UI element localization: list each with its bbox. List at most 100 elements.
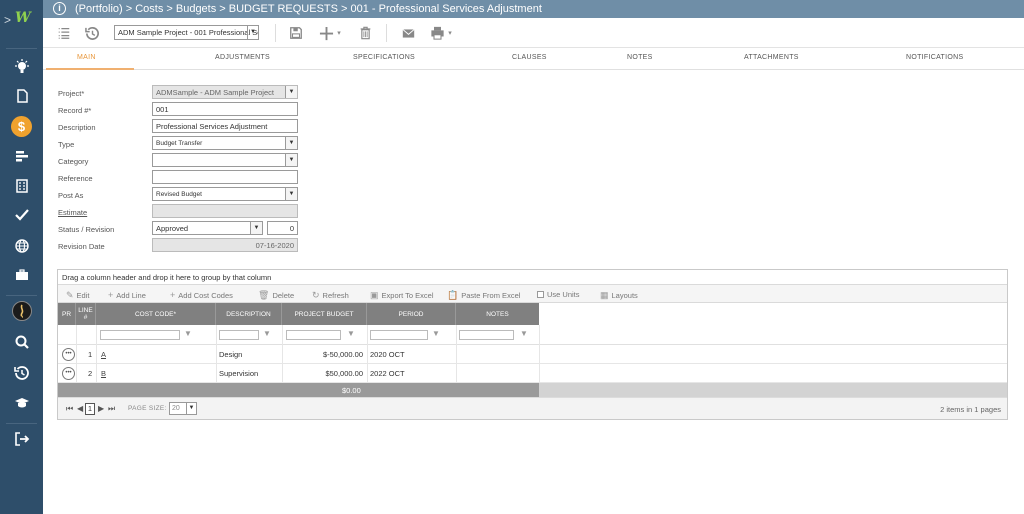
project-select[interactable]: ADMSample - ADM Sample Project ▼ <box>152 85 298 99</box>
edit-button-label: Edit <box>76 291 90 300</box>
list-icon[interactable] <box>55 24 73 42</box>
print-dropdown-chevron-icon[interactable]: ▾ <box>446 24 454 42</box>
post-as-select[interactable]: Revised Budget ▼ <box>152 187 298 201</box>
status-select[interactable]: Approved ▼ <box>152 221 263 235</box>
previous-page-icon[interactable]: ◀ <box>77 404 83 413</box>
tab-specifications[interactable]: SPECIFICATIONS <box>353 54 415 61</box>
print-icon[interactable] <box>428 24 446 42</box>
pager-info: 2 items in 1 pages <box>940 405 1001 414</box>
column-header-project-budget[interactable]: PROJECT BUDGET <box>282 303 367 325</box>
status-select-value: Approved <box>156 224 189 233</box>
nav-history-icon[interactable] <box>0 362 43 384</box>
page-size-select[interactable]: 20 ▼ <box>169 402 197 415</box>
chevron-down-icon: ▼ <box>285 86 297 98</box>
column-header-notes[interactable]: NOTES <box>456 303 539 325</box>
expand-nav-icon[interactable]: > <box>4 13 11 27</box>
record-number-input[interactable]: 001 <box>152 102 298 116</box>
type-select-value: Budget Transfer <box>156 140 203 147</box>
nav-document-icon[interactable] <box>0 85 43 107</box>
cell-cost-code-link[interactable]: B <box>101 369 106 378</box>
logo-icon: W <box>15 10 31 26</box>
filter-icon[interactable]: ▼ <box>520 329 528 338</box>
tab-attachments[interactable]: ATTACHMENTS <box>744 54 799 61</box>
project-select-value: ADMSample - ADM Sample Project <box>156 88 274 97</box>
info-icon[interactable]: i <box>53 2 66 15</box>
column-header-pr[interactable]: PR <box>58 303 76 325</box>
nav-lightbulb-icon[interactable] <box>0 56 43 78</box>
delete-icon[interactable] <box>356 24 374 42</box>
nav-globe-icon[interactable] <box>0 235 43 257</box>
left-nav: > W $ <box>0 0 43 514</box>
row-menu-icon[interactable]: ••• <box>62 367 75 380</box>
nav-building-icon[interactable] <box>0 175 43 197</box>
budget-filter-input[interactable] <box>286 330 341 340</box>
export-excel-button-label: Export To Excel <box>381 291 434 300</box>
page-header: i (Portfolio) > Costs > Budgets > BUDGET… <box>43 0 1024 18</box>
next-page-icon[interactable]: ▶ <box>98 404 104 413</box>
cell-cost-code-link[interactable]: A <box>101 350 106 359</box>
add-dropdown-chevron-icon[interactable]: ▾ <box>335 24 343 42</box>
refresh-button[interactable]: ↻ Refresh <box>312 290 349 301</box>
column-header-description[interactable]: DESCRIPTION <box>216 303 282 325</box>
table-row[interactable]: ••• 2 B Supervision $50,000.00 2022 OCT <box>58 364 1007 383</box>
breadcrumb: (Portfolio) > Costs > Budgets > BUDGET R… <box>75 3 542 15</box>
tab-notifications[interactable]: NOTIFICATIONS <box>906 54 963 61</box>
email-icon[interactable] <box>399 24 417 42</box>
paste-excel-button[interactable]: 📋 Paste From Excel <box>447 290 520 301</box>
description-input[interactable]: Professional Services Adjustment <box>152 119 298 133</box>
description-label: Description <box>58 123 96 132</box>
nav-search-icon[interactable] <box>0 331 43 353</box>
estimate-link[interactable]: Estimate <box>58 208 87 217</box>
revision-date-field: 07-16-2020 <box>152 238 298 252</box>
add-line-button[interactable]: + Add Line <box>108 290 146 300</box>
revision-input[interactable]: 0 <box>267 221 298 235</box>
description-filter-input[interactable] <box>219 330 259 340</box>
export-excel-button[interactable]: ▣ Export To Excel <box>370 290 434 301</box>
tab-main[interactable]: MAIN <box>77 54 96 61</box>
current-page[interactable]: 1 <box>85 403 95 415</box>
app-logo[interactable]: > W <box>0 8 43 30</box>
nav-check-icon[interactable] <box>0 204 43 226</box>
save-icon[interactable] <box>287 24 305 42</box>
period-filter-input[interactable] <box>370 330 428 340</box>
chevron-down-icon: ▼ <box>285 137 297 149</box>
delete-button[interactable]: 🗑 Delete <box>258 290 294 301</box>
category-select[interactable]: ▼ <box>152 153 298 167</box>
budget-lines-grid: Drag a column header and drop it here to… <box>57 269 1008 420</box>
nav-logout-icon[interactable] <box>0 428 43 450</box>
last-page-icon[interactable]: ⏭ <box>108 404 115 414</box>
filter-icon[interactable]: ▼ <box>432 329 440 338</box>
column-header-cost-code[interactable]: COST CODE* <box>96 303 216 325</box>
nav-briefcase-icon[interactable] <box>0 264 43 286</box>
record-selector-value: ADM Sample Project - 001 Professional Se… <box>118 28 258 37</box>
tab-clauses[interactable]: CLAUSES <box>512 54 547 61</box>
tab-adjustments[interactable]: ADJUSTMENTS <box>215 54 270 61</box>
nav-user-avatar[interactable] <box>0 300 43 322</box>
grid-header-row: PR LINE # COST CODE* DESCRIPTION PROJECT… <box>58 303 539 325</box>
cost-code-filter-input[interactable] <box>100 330 180 340</box>
delete-button-label: Delete <box>272 291 295 300</box>
reference-input[interactable] <box>152 170 298 184</box>
row-menu-icon[interactable]: ••• <box>62 348 75 361</box>
nav-gantt-icon[interactable] <box>0 145 43 167</box>
filter-icon[interactable]: ▼ <box>184 329 192 338</box>
nav-costs-icon[interactable]: $ <box>0 115 43 137</box>
filter-icon[interactable]: ▼ <box>347 329 355 338</box>
history-icon[interactable] <box>83 24 101 42</box>
column-header-line[interactable]: LINE # <box>76 303 96 325</box>
nav-graduation-cap-icon[interactable] <box>0 392 43 414</box>
first-page-icon[interactable]: ⏮ <box>66 404 73 414</box>
record-selector[interactable]: ADM Sample Project - 001 Professional Se… <box>114 25 259 40</box>
column-header-period[interactable]: PERIOD <box>367 303 456 325</box>
type-select[interactable]: Budget Transfer ▼ <box>152 136 298 150</box>
tab-notes[interactable]: NOTES <box>627 54 653 61</box>
layouts-button[interactable]: ▦ Layouts <box>600 290 638 301</box>
use-units-checkbox[interactable]: Use Units <box>537 290 580 299</box>
edit-button[interactable]: ✎ Edit <box>66 290 89 301</box>
add-icon[interactable] <box>317 24 335 42</box>
group-drop-area[interactable]: Drag a column header and drop it here to… <box>58 270 1007 285</box>
add-cost-codes-button[interactable]: + Add Cost Codes <box>170 290 233 300</box>
filter-icon[interactable]: ▼ <box>263 329 271 338</box>
table-row[interactable]: ••• 1 A Design $-50,000.00 2020 OCT <box>58 345 1007 364</box>
notes-filter-input[interactable] <box>459 330 514 340</box>
